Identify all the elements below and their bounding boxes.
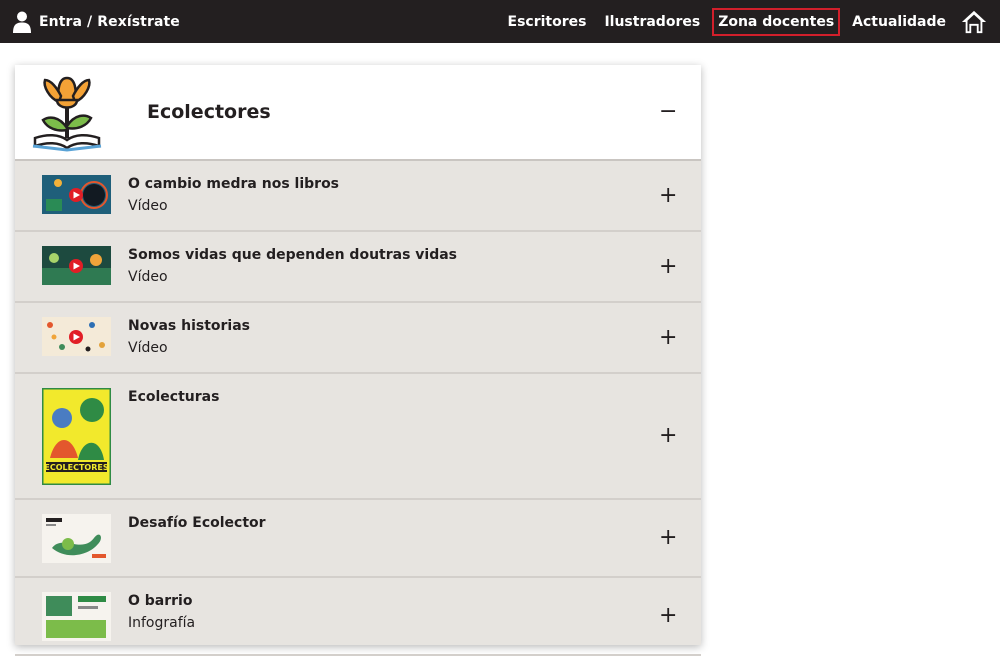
home-icon — [961, 9, 987, 35]
video-thumbnail — [42, 317, 111, 356]
item-type: Vídeo — [128, 198, 168, 214]
item-title: O cambio medra nos libros — [128, 176, 339, 192]
list-item[interactable]: ECOLECTORES Ecolecturas + — [15, 374, 701, 500]
list-item[interactable]: O cambio medra nos libros Vídeo + — [15, 161, 701, 232]
main-nav: Escritores Ilustradores Zona docentes Ac… — [496, 0, 1000, 43]
list-item[interactable]: Novas historias Vídeo + — [15, 303, 701, 374]
collapse-toggle[interactable]: − — [659, 101, 675, 123]
cover-thumbnail: ECOLECTORES — [42, 388, 111, 485]
item-title: O barrio — [128, 593, 192, 609]
item-title: Somos vidas que dependen doutras vidas — [128, 247, 457, 263]
video-thumbnail — [42, 175, 111, 214]
list-item[interactable]: Somos vidas que dependen doutras vidas V… — [15, 232, 701, 303]
infographic-thumbnail — [42, 592, 111, 641]
item-title: Novas historias — [128, 318, 250, 334]
flower-book-logo — [31, 72, 103, 152]
video-thumbnail — [42, 246, 111, 285]
login-link[interactable]: Entra / Rexístrate — [13, 0, 180, 43]
item-title: Desafío Ecolector — [128, 515, 266, 531]
cover-text: ECOLECTORES — [44, 463, 108, 472]
expand-toggle[interactable]: + — [659, 256, 675, 278]
item-title: Ecolecturas — [128, 389, 219, 405]
home-button[interactable] — [960, 8, 988, 36]
user-icon — [13, 11, 31, 33]
nav-escritores[interactable]: Escritores — [502, 8, 593, 36]
top-bar: Entra / Rexístrate Escritores Ilustrador… — [0, 0, 1000, 43]
expand-toggle[interactable]: + — [659, 605, 675, 627]
list-item[interactable]: Desafío Ecolector + — [15, 500, 701, 578]
panel-header[interactable]: Ecolectores − — [15, 65, 701, 161]
ecolectores-panel: Ecolectores − O cambio medra nos libros … — [15, 65, 701, 645]
panel-title: Ecolectores — [147, 101, 271, 123]
item-type: Infografía — [128, 615, 195, 631]
infographic-thumbnail — [42, 514, 111, 563]
nav-zona-docentes[interactable]: Zona docentes — [712, 8, 840, 36]
login-label: Entra / Rexístrate — [39, 14, 180, 30]
nav-actualidade[interactable]: Actualidade — [846, 8, 952, 36]
expand-toggle[interactable]: + — [659, 185, 675, 207]
item-type: Vídeo — [128, 340, 168, 356]
expand-toggle[interactable]: + — [659, 527, 675, 549]
expand-toggle[interactable]: + — [659, 327, 675, 349]
expand-toggle[interactable]: + — [659, 425, 675, 447]
list-item[interactable]: O barrio Infografía + — [15, 578, 701, 656]
nav-ilustradores[interactable]: Ilustradores — [598, 8, 706, 36]
item-type: Vídeo — [128, 269, 168, 285]
